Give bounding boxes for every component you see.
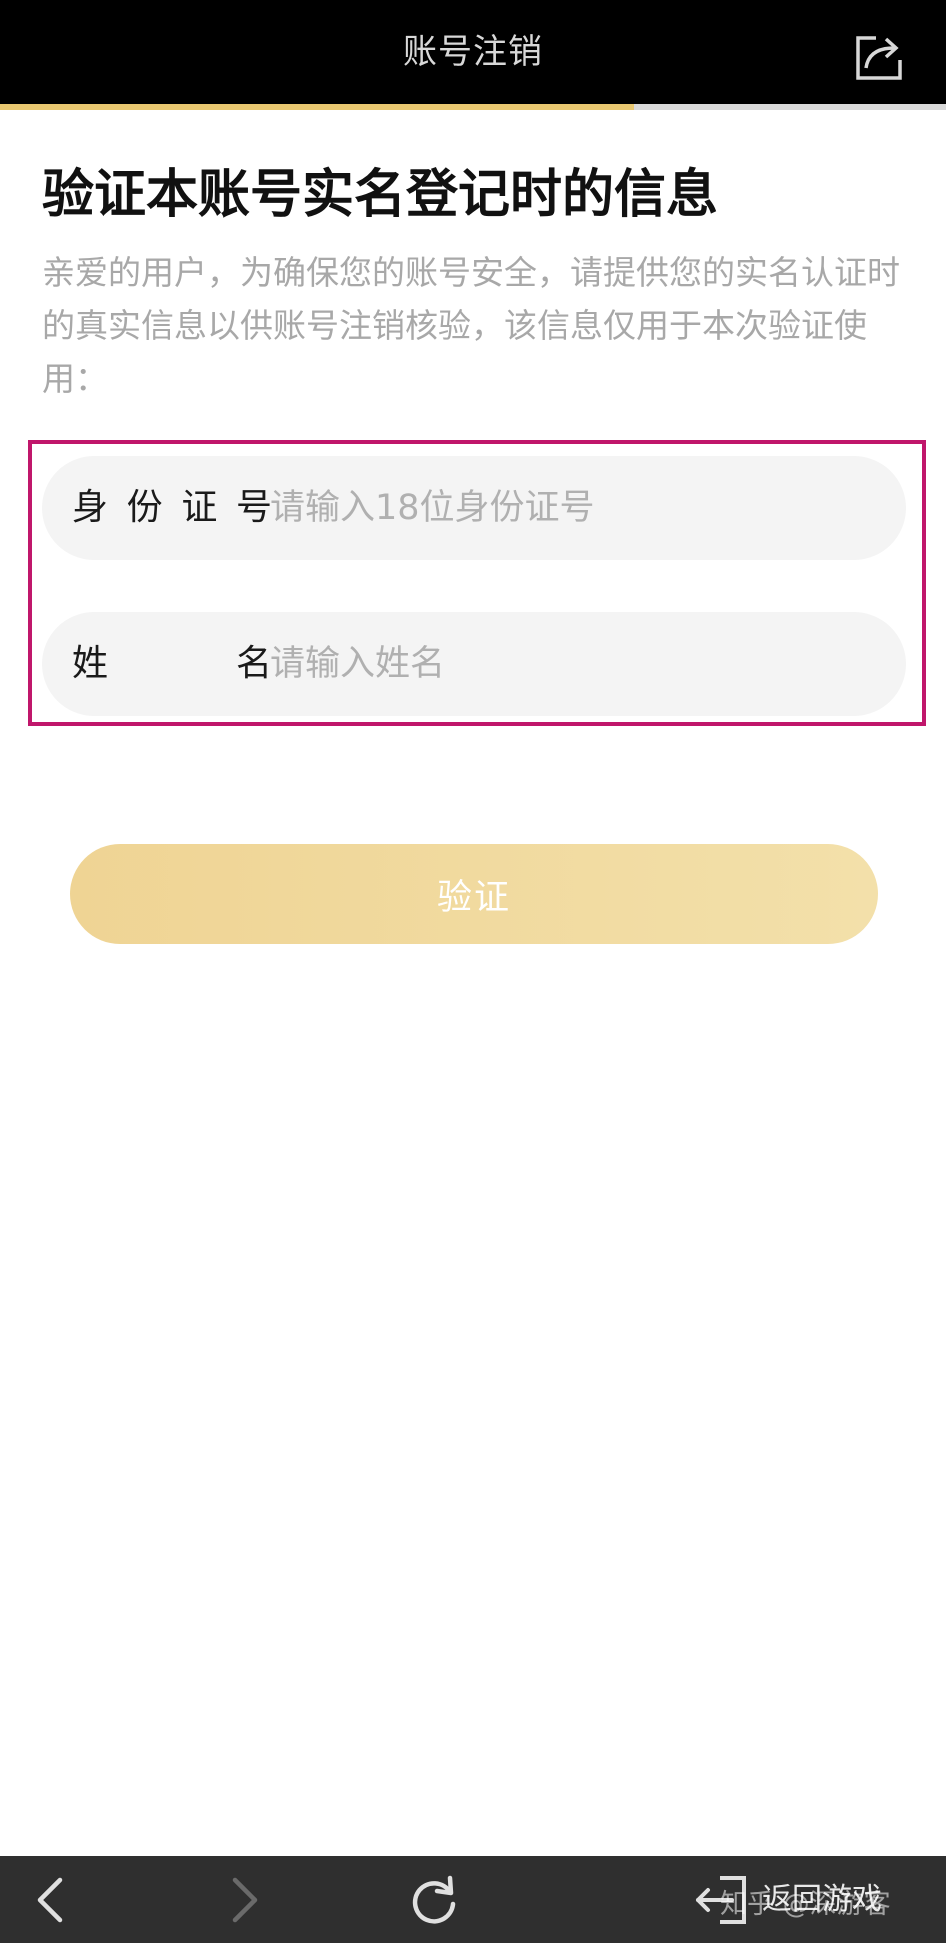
name-input[interactable] xyxy=(270,612,870,716)
refresh-icon[interactable] xyxy=(404,1870,464,1930)
id-number-label: 身份证号 xyxy=(72,487,272,528)
top-bar: 账号注销 xyxy=(0,0,946,104)
verify-button[interactable]: 验证 xyxy=(70,844,878,944)
chevron-left-icon[interactable] xyxy=(22,1870,82,1930)
form-heading: 验证本账号实名登记时的信息 xyxy=(42,165,719,225)
progress-fill xyxy=(0,104,634,110)
progress-bar xyxy=(0,104,946,110)
page-title: 账号注销 xyxy=(403,32,543,72)
name-field: 姓名 xyxy=(42,612,906,716)
name-label: 姓名 xyxy=(72,643,272,684)
share-icon[interactable] xyxy=(852,30,906,84)
id-number-field: 身份证号 xyxy=(42,456,906,560)
form-description: 亲爱的用户，为确保您的账号安全，请提供您的实名认证时的真实信息以供账号注销核验，… xyxy=(42,253,900,398)
watermark: 知乎 @深游客 xyxy=(720,1889,891,1920)
id-number-input[interactable] xyxy=(270,456,870,560)
chevron-right-icon[interactable] xyxy=(213,1870,273,1930)
